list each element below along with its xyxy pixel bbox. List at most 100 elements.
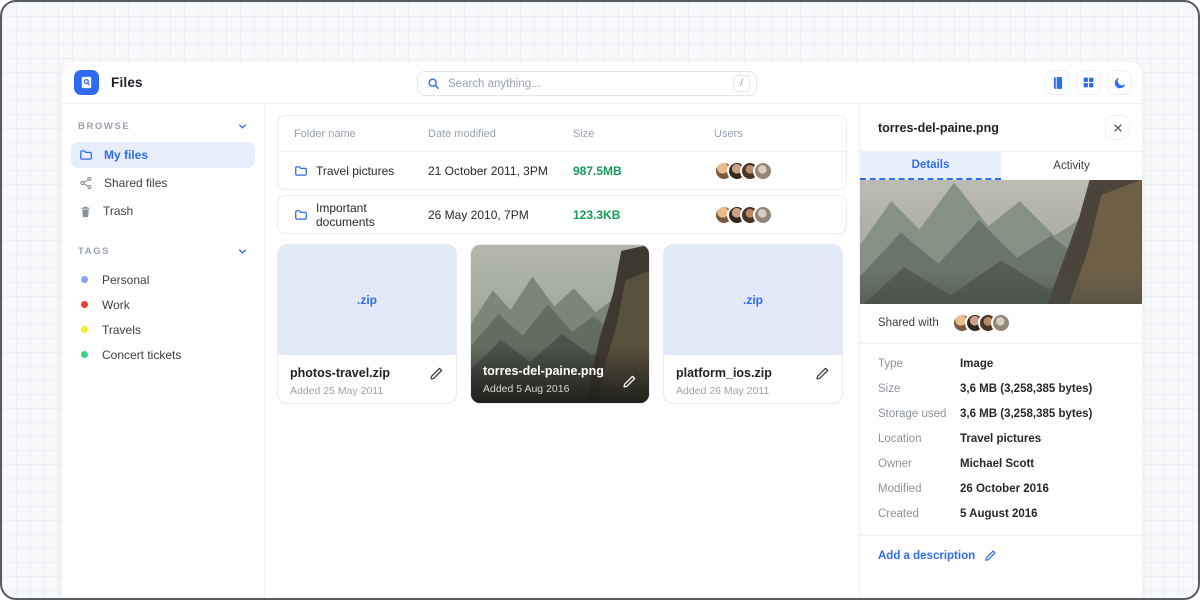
file-added-date: Added 5 Aug 2016 (483, 383, 604, 395)
folder-icon (79, 148, 93, 162)
date-modified: 21 October 2011, 3PM (428, 164, 573, 178)
detail-row-type: Type Image (878, 351, 1124, 376)
sidebar-item-label: Shared files (104, 176, 167, 190)
detail-row-created: Created 5 August 2016 (878, 501, 1124, 526)
sidebar-item-label: Trash (103, 204, 133, 218)
chevron-down-icon (237, 121, 248, 132)
avatar (753, 205, 773, 225)
date-modified: 26 May 2010, 7PM (428, 208, 573, 222)
tag-item-personal[interactable]: Personal (71, 267, 255, 292)
add-description-button[interactable]: Add a description (860, 535, 1142, 575)
search-icon (427, 77, 440, 90)
tag-dot (81, 326, 88, 333)
share-icon (79, 176, 93, 190)
search-input[interactable]: Search anything... / (417, 71, 757, 96)
topbar: Files Search anything... / (62, 62, 1142, 104)
search-shortcut-key: / (733, 75, 750, 92)
zip-badge: .zip (357, 293, 377, 307)
file-card-torres-del-paine[interactable]: torres-del-paine.png Added 5 Aug 2016 (470, 244, 650, 404)
app-logo-icon (74, 70, 99, 95)
panel-tabs: Details Activity (860, 152, 1142, 180)
pencil-icon (622, 374, 637, 389)
folder-icon (294, 208, 308, 222)
detail-row-size: Size 3,6 MB (3,258,385 bytes) (878, 376, 1124, 401)
search-placeholder: Search anything... (448, 78, 725, 90)
file-added-date: Added 25 May 2011 (290, 385, 444, 397)
detail-row-owner: Owner Michael Scott (878, 451, 1124, 476)
file-card-photos-travel[interactable]: .zip photos-travel.zip Added 25 May 2011 (277, 244, 457, 404)
sidebar-item-shared-files[interactable]: Shared files (71, 170, 255, 196)
app-title: Files (111, 75, 143, 90)
detail-row-modified: Modified 26 October 2016 (878, 476, 1124, 501)
sidebar-item-label: My files (104, 148, 148, 162)
file-added-date: Added 26 May 2011 (676, 385, 830, 397)
folder-size: 123.3KB (573, 208, 714, 222)
pencil-icon (429, 366, 444, 381)
tag-dot (81, 276, 88, 283)
file-cards-grid: .zip photos-travel.zip Added 25 May 2011 (277, 244, 847, 404)
table-header-row: Folder name Date modified Size Users (278, 116, 846, 152)
tags-section-label: TAGS (78, 246, 110, 257)
tab-activity[interactable]: Activity (1001, 152, 1142, 180)
trash-icon (79, 205, 92, 218)
folder-table-row-card: Important documents 26 May 2010, 7PM 123… (277, 195, 847, 234)
close-panel-button[interactable] (1105, 115, 1130, 140)
user-avatars (714, 205, 830, 225)
shared-avatars (952, 313, 1011, 333)
tag-item-travels[interactable]: Travels (71, 317, 255, 342)
folder-icon (294, 164, 308, 178)
chevron-down-icon (237, 246, 248, 257)
moon-icon (1113, 76, 1127, 90)
tag-dot (81, 301, 88, 308)
panel-title: torres-del-paine.png (878, 121, 999, 135)
folder-name: Travel pictures (316, 164, 394, 178)
browse-section-label: BROWSE (78, 121, 130, 132)
browse-section-header[interactable]: BROWSE (71, 113, 255, 142)
folder-size: 987.5MB (573, 164, 714, 178)
detail-row-location: Location Travel pictures (878, 426, 1124, 451)
avatar (753, 161, 773, 181)
tag-label: Travels (102, 323, 141, 337)
col-header-date-modified: Date modified (428, 128, 573, 140)
notebook-button[interactable] (1045, 70, 1070, 95)
sidebar-item-trash[interactable]: Trash (71, 198, 255, 224)
tag-item-work[interactable]: Work (71, 292, 255, 317)
folder-name: Important documents (316, 201, 428, 229)
shared-with-label: Shared with (878, 317, 939, 329)
edit-button[interactable] (622, 374, 637, 389)
pencil-icon (984, 549, 997, 562)
col-header-folder-name: Folder name (294, 128, 428, 140)
edit-button[interactable] (815, 366, 830, 381)
pencil-icon (815, 366, 830, 381)
file-name: platform_ios.zip (676, 366, 830, 380)
file-card-platform-ios[interactable]: .zip platform_ios.zip Added 26 May 2011 (663, 244, 843, 404)
file-name: photos-travel.zip (290, 366, 444, 380)
sidebar-item-my-files[interactable]: My files (71, 142, 255, 168)
desktop-background: Files Search anything... / BROWSE (0, 0, 1200, 600)
details-panel: torres-del-paine.png Details Activity (859, 104, 1142, 600)
file-details-list: Type Image Size 3,6 MB (3,258,385 bytes)… (860, 344, 1142, 535)
tag-dot (81, 351, 88, 358)
main-content: Folder name Date modified Size Users Tra… (265, 104, 859, 600)
topbar-actions (1045, 70, 1132, 95)
zip-badge: .zip (743, 293, 763, 307)
grid-view-button[interactable] (1076, 70, 1101, 95)
tag-item-concert-tickets[interactable]: Concert tickets (71, 342, 255, 367)
tab-details[interactable]: Details (860, 152, 1001, 180)
folder-table: Folder name Date modified Size Users Tra… (277, 115, 847, 190)
detail-row-storage-used: Storage used 3,6 MB (3,258,385 bytes) (878, 401, 1124, 426)
sidebar: BROWSE My files Shared files Trash TAGS (62, 104, 265, 600)
tags-section-header[interactable]: TAGS (71, 238, 255, 267)
close-icon (1112, 122, 1124, 134)
grid-icon (1082, 76, 1095, 89)
edit-button[interactable] (429, 366, 444, 381)
avatar (991, 313, 1011, 333)
col-header-size: Size (573, 128, 714, 140)
table-row[interactable]: Travel pictures 21 October 2011, 3PM 987… (278, 152, 846, 189)
file-name: torres-del-paine.png (483, 364, 604, 378)
dark-mode-button[interactable] (1107, 70, 1132, 95)
tag-label: Work (102, 298, 130, 312)
table-row[interactable]: Important documents 26 May 2010, 7PM 123… (278, 196, 846, 233)
files-app-window: Files Search anything... / BROWSE (62, 62, 1142, 600)
tag-label: Concert tickets (102, 348, 181, 362)
